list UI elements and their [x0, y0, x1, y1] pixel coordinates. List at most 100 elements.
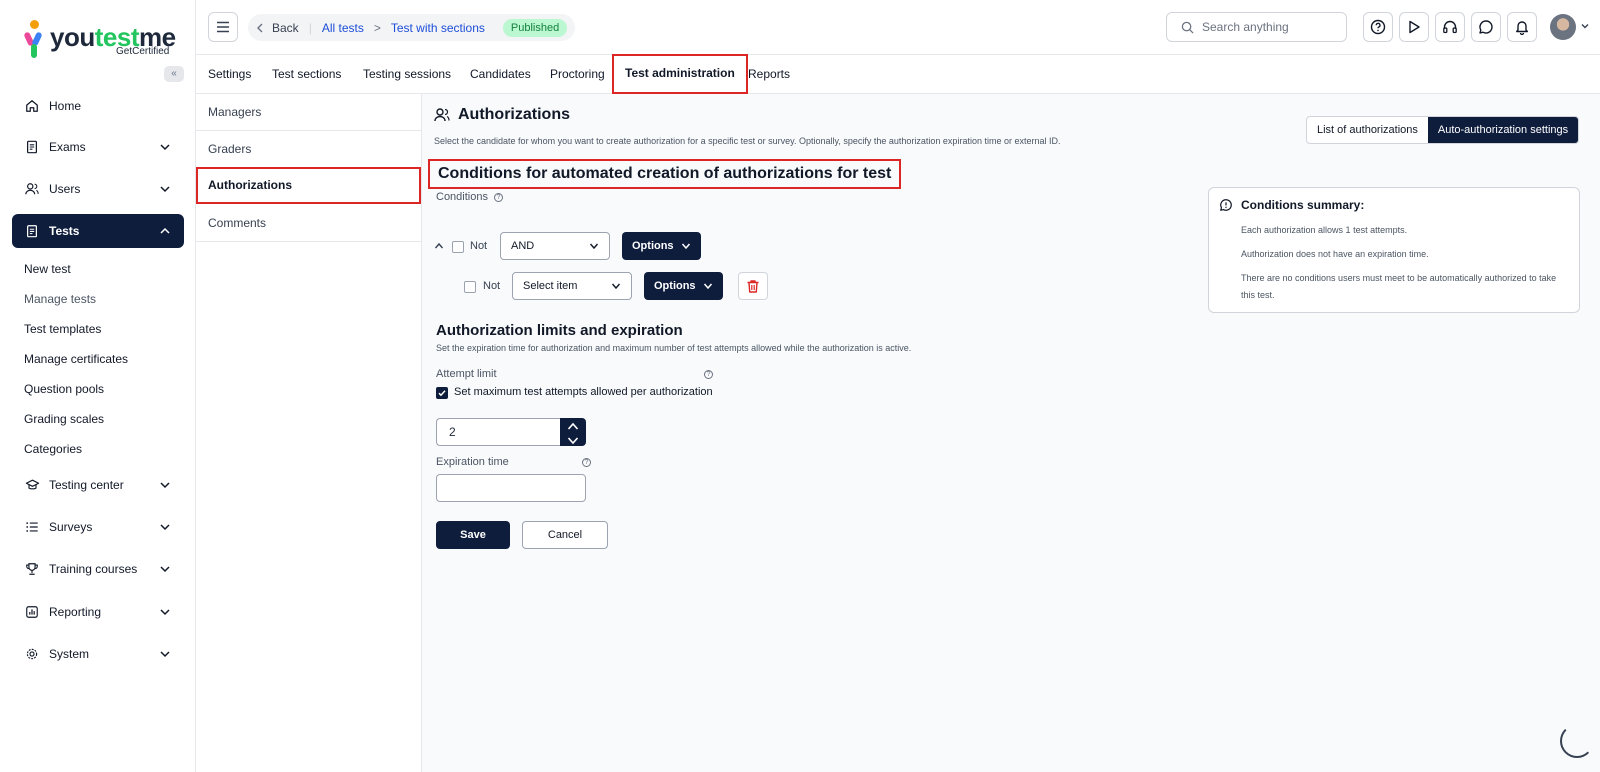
chat-icon — [1479, 20, 1493, 34]
summary-line-expiration: Authorization does not have an expiratio… — [1241, 249, 1429, 259]
document-icon — [24, 139, 40, 155]
breadcrumb-divider: | — [308, 20, 312, 35]
collapse-sidebar-button[interactable]: « — [164, 66, 184, 82]
tab-settings[interactable]: Settings — [208, 55, 251, 94]
max-attempts-checkbox[interactable] — [436, 387, 448, 399]
home-icon — [24, 98, 40, 114]
submenu-item-managers[interactable]: Managers — [196, 94, 421, 131]
sidebar-subitem-manage-tests[interactable]: Manage tests — [24, 292, 96, 306]
not-label: Not — [483, 280, 501, 292]
collapse-group-icon[interactable] — [434, 242, 444, 250]
summary-line-conditions: There are no conditions users must meet … — [1241, 273, 1557, 300]
increment-icon[interactable] — [567, 420, 579, 434]
trophy-icon — [24, 561, 40, 577]
sidebar-item-label: Exams — [49, 140, 86, 154]
chevron-down-icon — [160, 651, 170, 658]
condition-item-select[interactable]: Select item — [512, 272, 632, 300]
search-input[interactable]: Search anything — [1166, 12, 1347, 42]
avatar[interactable] — [1550, 14, 1576, 40]
trash-icon — [747, 279, 759, 293]
tab-reports[interactable]: Reports — [748, 55, 790, 94]
sidebar-item-testing-center[interactable]: Testing center — [12, 468, 184, 502]
sidebar-item-label: Reporting — [49, 605, 102, 619]
tab-candidates[interactable]: Candidates — [470, 55, 531, 94]
group-options-button[interactable]: Options — [622, 232, 701, 260]
expiration-time-label: Expiration time — [436, 456, 509, 468]
delete-condition-button[interactable] — [738, 272, 768, 300]
tab-testing-sessions[interactable]: Testing sessions — [363, 55, 451, 94]
top-bar: Back | All tests > Test with sections Pu… — [196, 0, 1600, 55]
sidebar-subitem-categories[interactable]: Categories — [24, 442, 82, 456]
tab-proctoring[interactable]: Proctoring — [550, 55, 605, 94]
tab-test-sections[interactable]: Test sections — [272, 55, 341, 94]
search-icon — [1181, 21, 1194, 34]
main-content: Authorizations Select the candidate for … — [422, 94, 1600, 772]
info-icon[interactable]: ? — [704, 370, 713, 379]
limits-description: Set the expiration time for authorizatio… — [436, 343, 912, 353]
chat-alert-icon — [1220, 199, 1232, 211]
decrement-icon[interactable] — [567, 434, 579, 448]
conditions-label-text: Conditions — [436, 191, 488, 203]
menu-toggle-button[interactable] — [208, 12, 238, 42]
breadcrumb-all-tests[interactable]: All tests — [322, 21, 364, 35]
submenu-item-comments[interactable]: Comments — [196, 205, 421, 242]
sidebar-item-training-courses[interactable]: Training courses — [12, 552, 184, 586]
search-placeholder: Search anything — [1202, 20, 1289, 34]
tab-test-administration[interactable]: Test administration — [612, 54, 748, 94]
chevron-down-icon — [160, 609, 170, 616]
list-of-authorizations-button[interactable]: List of authorizations — [1307, 117, 1428, 143]
administration-submenu: Managers Graders Authorizations Comments — [196, 94, 422, 772]
info-icon[interactable]: ? — [582, 458, 591, 467]
summary-line-attempts: Each authorization allows 1 test attempt… — [1241, 225, 1408, 235]
not-checkbox-group[interactable] — [452, 241, 464, 253]
sidebar-item-exams[interactable]: Exams — [12, 130, 184, 164]
submenu-item-authorizations[interactable]: Authorizations — [196, 167, 421, 204]
sidebar-item-home[interactable]: Home — [12, 89, 184, 123]
bell-icon — [1516, 21, 1528, 35]
support-button[interactable] — [1435, 12, 1465, 42]
sidebar-item-tests[interactable]: Tests — [12, 214, 184, 248]
breadcrumb-separator: > — [373, 20, 381, 35]
submenu-item-graders[interactable]: Graders — [196, 131, 421, 168]
attempt-limit-stepper[interactable] — [560, 418, 586, 446]
youtestme-logo[interactable]: youtestme GetCertified — [23, 18, 176, 60]
sidebar-subitem-grading-scales[interactable]: Grading scales — [24, 412, 104, 426]
not-label: Not — [470, 240, 488, 252]
condition-options-button[interactable]: Options — [644, 272, 723, 300]
sidebar-subitem-manage-certificates[interactable]: Manage certificates — [24, 352, 128, 366]
attempt-limit-input[interactable]: 2 — [436, 418, 560, 446]
not-checkbox-condition[interactable] — [464, 281, 476, 293]
help-button[interactable] — [1363, 12, 1393, 42]
back-link[interactable]: Back — [272, 21, 299, 35]
options-label: Options — [632, 240, 674, 252]
sidebar-subitem-test-templates[interactable]: Test templates — [24, 322, 101, 336]
save-button[interactable]: Save — [436, 521, 510, 549]
cancel-button[interactable]: Cancel — [522, 521, 608, 549]
page-title: Authorizations — [434, 106, 570, 124]
sidebar-subitem-question-pools[interactable]: Question pools — [24, 382, 104, 396]
notifications-button[interactable] — [1507, 12, 1537, 42]
chevron-down-icon[interactable] — [1580, 21, 1590, 31]
page-description: Select the candidate for whom you want t… — [434, 136, 1061, 146]
chat-button[interactable] — [1471, 12, 1501, 42]
auto-authorization-settings-button[interactable]: Auto-authorization settings — [1427, 117, 1579, 143]
breadcrumb-test-with-sections[interactable]: Test with sections — [391, 21, 485, 35]
sidebar-item-surveys[interactable]: Surveys — [12, 510, 184, 544]
sidebar-item-system[interactable]: System — [12, 637, 184, 671]
test-tabs: Settings Test sections Testing sessions … — [196, 54, 1600, 94]
graduation-cap-icon — [24, 477, 40, 493]
sidebar-item-users[interactable]: Users — [12, 172, 184, 206]
sidebar-item-reporting[interactable]: Reporting — [12, 595, 184, 629]
sidebar-item-label: Home — [49, 99, 82, 113]
sidebar-item-label: Surveys — [49, 520, 93, 534]
sidebar-item-label: System — [49, 647, 90, 661]
condition-item-placeholder: Select item — [523, 280, 578, 292]
expiration-time-input[interactable] — [436, 474, 586, 502]
loading-spinner-icon — [1560, 724, 1594, 758]
operator-select[interactable]: AND — [500, 232, 610, 260]
sidebar-subitem-new-test[interactable]: New test — [24, 262, 71, 276]
chart-icon — [24, 604, 40, 620]
info-icon[interactable]: ? — [493, 192, 503, 202]
chevron-down-icon — [681, 243, 690, 250]
play-button[interactable] — [1399, 12, 1429, 42]
